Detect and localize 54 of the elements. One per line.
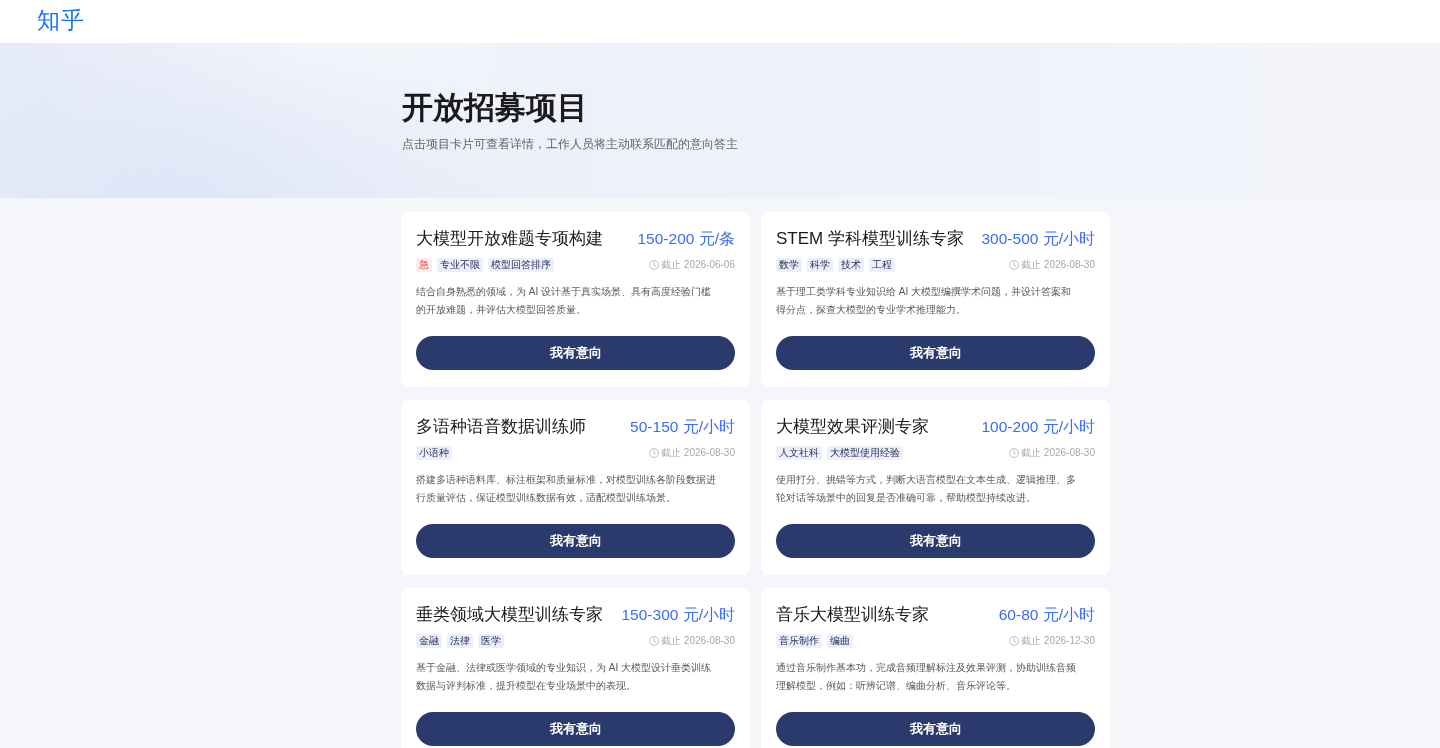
project-title: 音乐大模型训练专家 — [776, 604, 929, 626]
topic-tag: 大模型使用经验 — [827, 446, 903, 460]
project-title: 大模型效果评测专家 — [776, 416, 929, 438]
deadline-text: 截止 2026-08-30 — [1021, 258, 1095, 272]
interest-button[interactable]: 我有意向 — [416, 336, 735, 370]
topic-tag: 人文社科 — [776, 446, 822, 460]
project-description: 基于理工类学科专业知识给 AI 大模型编撰学术问题，并设计答案和得分点，探查大模型的专业学术推理能力。 — [776, 285, 1072, 317]
site-logo[interactable]: 知乎 — [37, 0, 85, 40]
clock-icon — [1009, 448, 1020, 458]
topic-tag: 小语种 — [416, 446, 452, 460]
topic-tag: 模型回答排序 — [488, 258, 554, 272]
pay-rate: 50-150 元/小时 — [630, 417, 735, 437]
interest-button[interactable]: 我有意向 — [416, 524, 735, 558]
pay-rate: 100-200 元/小时 — [981, 417, 1095, 437]
topic-tag: 音乐制作 — [776, 634, 822, 648]
clock-icon — [1009, 260, 1020, 270]
topic-tag: 医学 — [478, 634, 504, 648]
project-description: 通过音乐制作基本功，完成音频理解标注及效果评测，协助训练音频理解模型，例如：听辨记谱、编曲分析、音乐评论等。 — [776, 661, 1077, 693]
deadline-text: 截止 2026-08-30 — [1021, 446, 1095, 460]
deadline-text: 截止 2026-12-30 — [1021, 634, 1095, 648]
topic-tag: 数学 — [776, 258, 802, 272]
project-description: 基于金融、法律或医学领域的专业知识，为 AI 大模型设计垂类训练数据与评判标准，提升模型在专业场景中的表现。 — [416, 661, 712, 693]
project-title: STEM 学科模型训练专家 — [776, 228, 964, 250]
topic-tag: 编曲 — [827, 634, 853, 648]
topic-tag: 专业不限 — [437, 258, 483, 272]
topic-tag: 科学 — [807, 258, 833, 272]
project-title: 垂类领域大模型训练专家 — [416, 604, 603, 626]
interest-button[interactable]: 我有意向 — [776, 712, 1095, 746]
deadline-text: 截止 2026-06-06 — [661, 258, 735, 272]
deadline-text: 截止 2026-08-30 — [661, 446, 735, 460]
project-description: 搭建多语种语料库、标注框架和质量标准，对模型训练各阶段数据进行质量评估，保证模型训练数据有效，适配模型训练场景。 — [416, 473, 717, 505]
urgent-tag: 急 — [416, 258, 432, 272]
clock-icon — [649, 636, 660, 646]
project-title: 大模型开放难题专项构建 — [416, 228, 603, 250]
topic-tag: 技术 — [838, 258, 864, 272]
topic-tag: 工程 — [869, 258, 895, 272]
clock-icon — [649, 448, 660, 458]
pay-rate: 300-500 元/小时 — [981, 229, 1095, 249]
interest-button[interactable]: 我有意向 — [776, 336, 1095, 370]
interest-button[interactable]: 我有意向 — [416, 712, 735, 746]
pay-rate: 60-80 元/小时 — [998, 605, 1095, 625]
interest-button[interactable]: 我有意向 — [776, 524, 1095, 558]
project-description: 使用打分、挑错等方式，判断大语言模型在文本生成、逻辑推理、多轮对话等场景中的回复是否准确可靠，帮助模型持续改进。 — [776, 473, 1077, 505]
clock-icon — [1009, 636, 1020, 646]
topic-tag: 金融 — [416, 634, 442, 648]
project-title: 多语种语音数据训练师 — [416, 416, 586, 438]
topic-tag: 法律 — [447, 634, 473, 648]
project-description: 结合自身熟悉的领域，为 AI 设计基于真实场景、具有高度经验门槛的开放难题，并评估大模型回答质量。 — [416, 285, 712, 317]
page-title: 开放招募项目 — [402, 89, 589, 126]
pay-rate: 150-200 元/条 — [637, 229, 735, 249]
pay-rate: 150-300 元/小时 — [621, 605, 735, 625]
page-subtitle: 点击项目卡片可查看详情，工作人员将主动联系匹配的意向答主 — [402, 136, 739, 153]
clock-icon — [649, 260, 660, 270]
deadline-text: 截止 2026-08-30 — [661, 634, 735, 648]
